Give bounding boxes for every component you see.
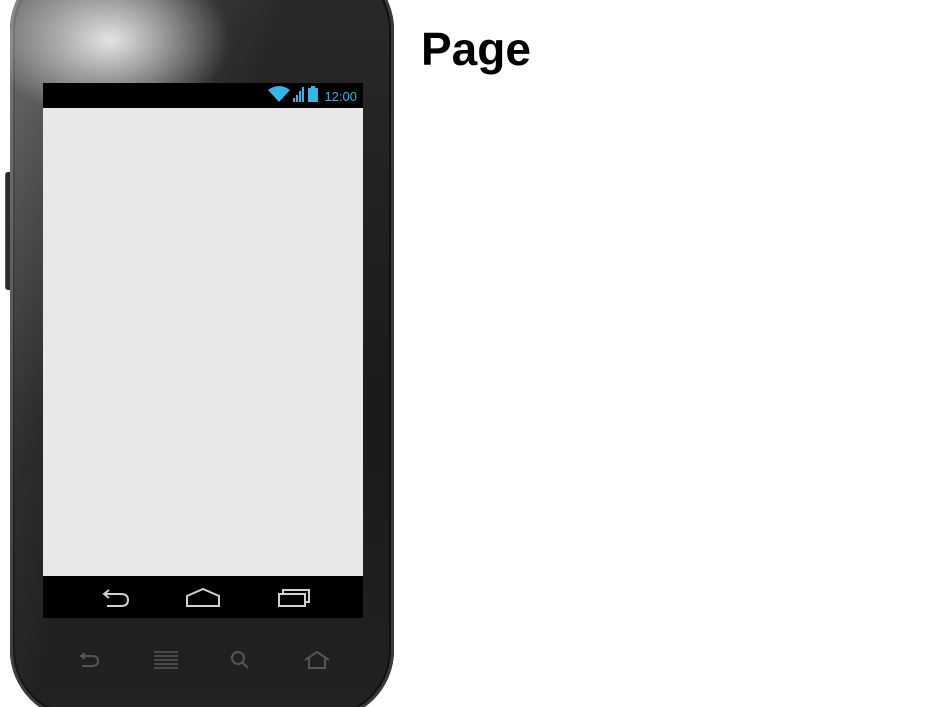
hardware-back-key[interactable] <box>74 648 104 672</box>
hardware-search-key[interactable] <box>226 648 256 672</box>
hardware-home-key[interactable] <box>302 648 332 672</box>
status-icons: 12:00 <box>268 85 357 107</box>
status-bar: 12:00 <box>43 83 363 108</box>
search-key-icon <box>231 651 249 669</box>
home-key-icon <box>304 650 330 669</box>
recent-apps-icon <box>278 589 310 607</box>
battery-icon <box>308 85 319 107</box>
home-icon <box>186 587 220 607</box>
back-key-icon <box>79 652 100 667</box>
menu-key-icon <box>154 651 178 669</box>
hardware-menu-key[interactable] <box>151 648 181 672</box>
cell-signal-icon <box>293 86 305 107</box>
nav-recent-apps-button[interactable] <box>273 584 313 610</box>
back-icon <box>102 589 130 607</box>
canvas: Page 12:00 <box>0 0 942 707</box>
nav-bar <box>43 576 363 618</box>
status-time: 12:00 <box>324 88 357 104</box>
nav-home-button[interactable] <box>183 584 223 610</box>
page-title: Page <box>421 23 531 75</box>
wifi-icon <box>268 85 291 107</box>
screen-content[interactable] <box>43 108 363 576</box>
nav-back-button[interactable] <box>95 584 135 610</box>
